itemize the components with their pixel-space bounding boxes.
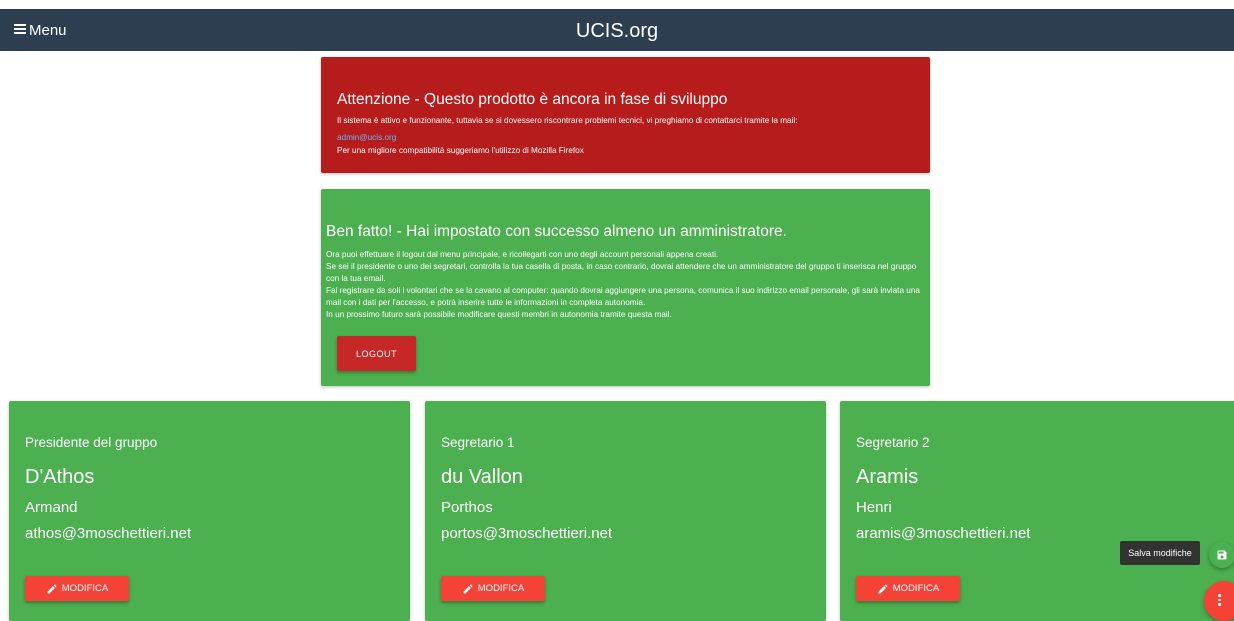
browser-suggestion-text: Per una migliore compatibilità suggeriam… <box>337 146 584 155</box>
role-label: Presidente del gruppo <box>25 435 158 450</box>
success-text-4: In un prossimo futuro sarà possibile mod… <box>326 310 672 319</box>
pencil-icon <box>47 583 57 593</box>
surname: du Vallon <box>441 466 523 488</box>
role-label: Segretario 1 <box>441 435 515 450</box>
success-text-1: Ora puoi effettuare il logout dal menu p… <box>326 250 719 259</box>
edit-button[interactable]: MODIFICA <box>856 576 960 601</box>
success-title: Ben fatto! - Hai impostato con successo … <box>326 223 787 240</box>
edit-button[interactable]: MODIFICA <box>25 576 129 601</box>
president-card: Presidente del gruppo D'Athos Armand ath… <box>9 401 410 621</box>
admin-email-link[interactable]: admin@ucis.org <box>337 133 396 142</box>
secretary-1-card: Segretario 1 du Vallon Porthos portos@3m… <box>425 401 826 621</box>
development-warning-card: Attenzione - Questo prodotto è ancora in… <box>321 57 930 173</box>
surname: Aramis <box>856 466 919 488</box>
pencil-icon <box>463 583 473 593</box>
warning-title: Attenzione - Questo prodotto è ancora in… <box>337 91 728 108</box>
success-card: Ben fatto! - Hai impostato con successo … <box>321 189 930 386</box>
warning-text: Il sistema è attivo e funzionante, tutta… <box>337 116 798 125</box>
first-name: Porthos <box>441 499 493 516</box>
email: portos@3moschettieri.net <box>441 525 613 542</box>
surname: D'Athos <box>25 466 95 488</box>
save-fab-button[interactable] <box>1209 542 1234 568</box>
pencil-icon <box>878 583 888 593</box>
role-label: Segretario 2 <box>856 435 930 450</box>
email: athos@3moschettieri.net <box>25 525 192 542</box>
top-app-bar: Menu UCIS.org <box>0 9 1234 51</box>
edit-label: MODIFICA <box>477 583 525 594</box>
edit-label: MODIFICA <box>61 583 109 594</box>
first-name: Armand <box>25 499 78 516</box>
edit-label: MODIFICA <box>892 583 940 594</box>
logout-button[interactable]: LOGOUT <box>337 336 416 371</box>
email: aramis@3moschettieri.net <box>856 525 1031 542</box>
floppy-disk-icon <box>1217 550 1227 560</box>
app-title: UCIS.org <box>575 20 659 42</box>
success-text-3: Fai registrare da soli i volontari che s… <box>326 286 920 307</box>
success-text-2: Se sei il presidente o uno dei segretari… <box>326 262 917 283</box>
first-name: Henri <box>856 499 892 516</box>
secretary-2-card: Segretario 2 Aramis Henri aramis@3mosche… <box>840 401 1234 621</box>
more-vert-icon <box>1218 594 1221 608</box>
save-tooltip: Salva modifiche <box>1120 541 1200 565</box>
edit-button[interactable]: MODIFICA <box>441 576 545 601</box>
